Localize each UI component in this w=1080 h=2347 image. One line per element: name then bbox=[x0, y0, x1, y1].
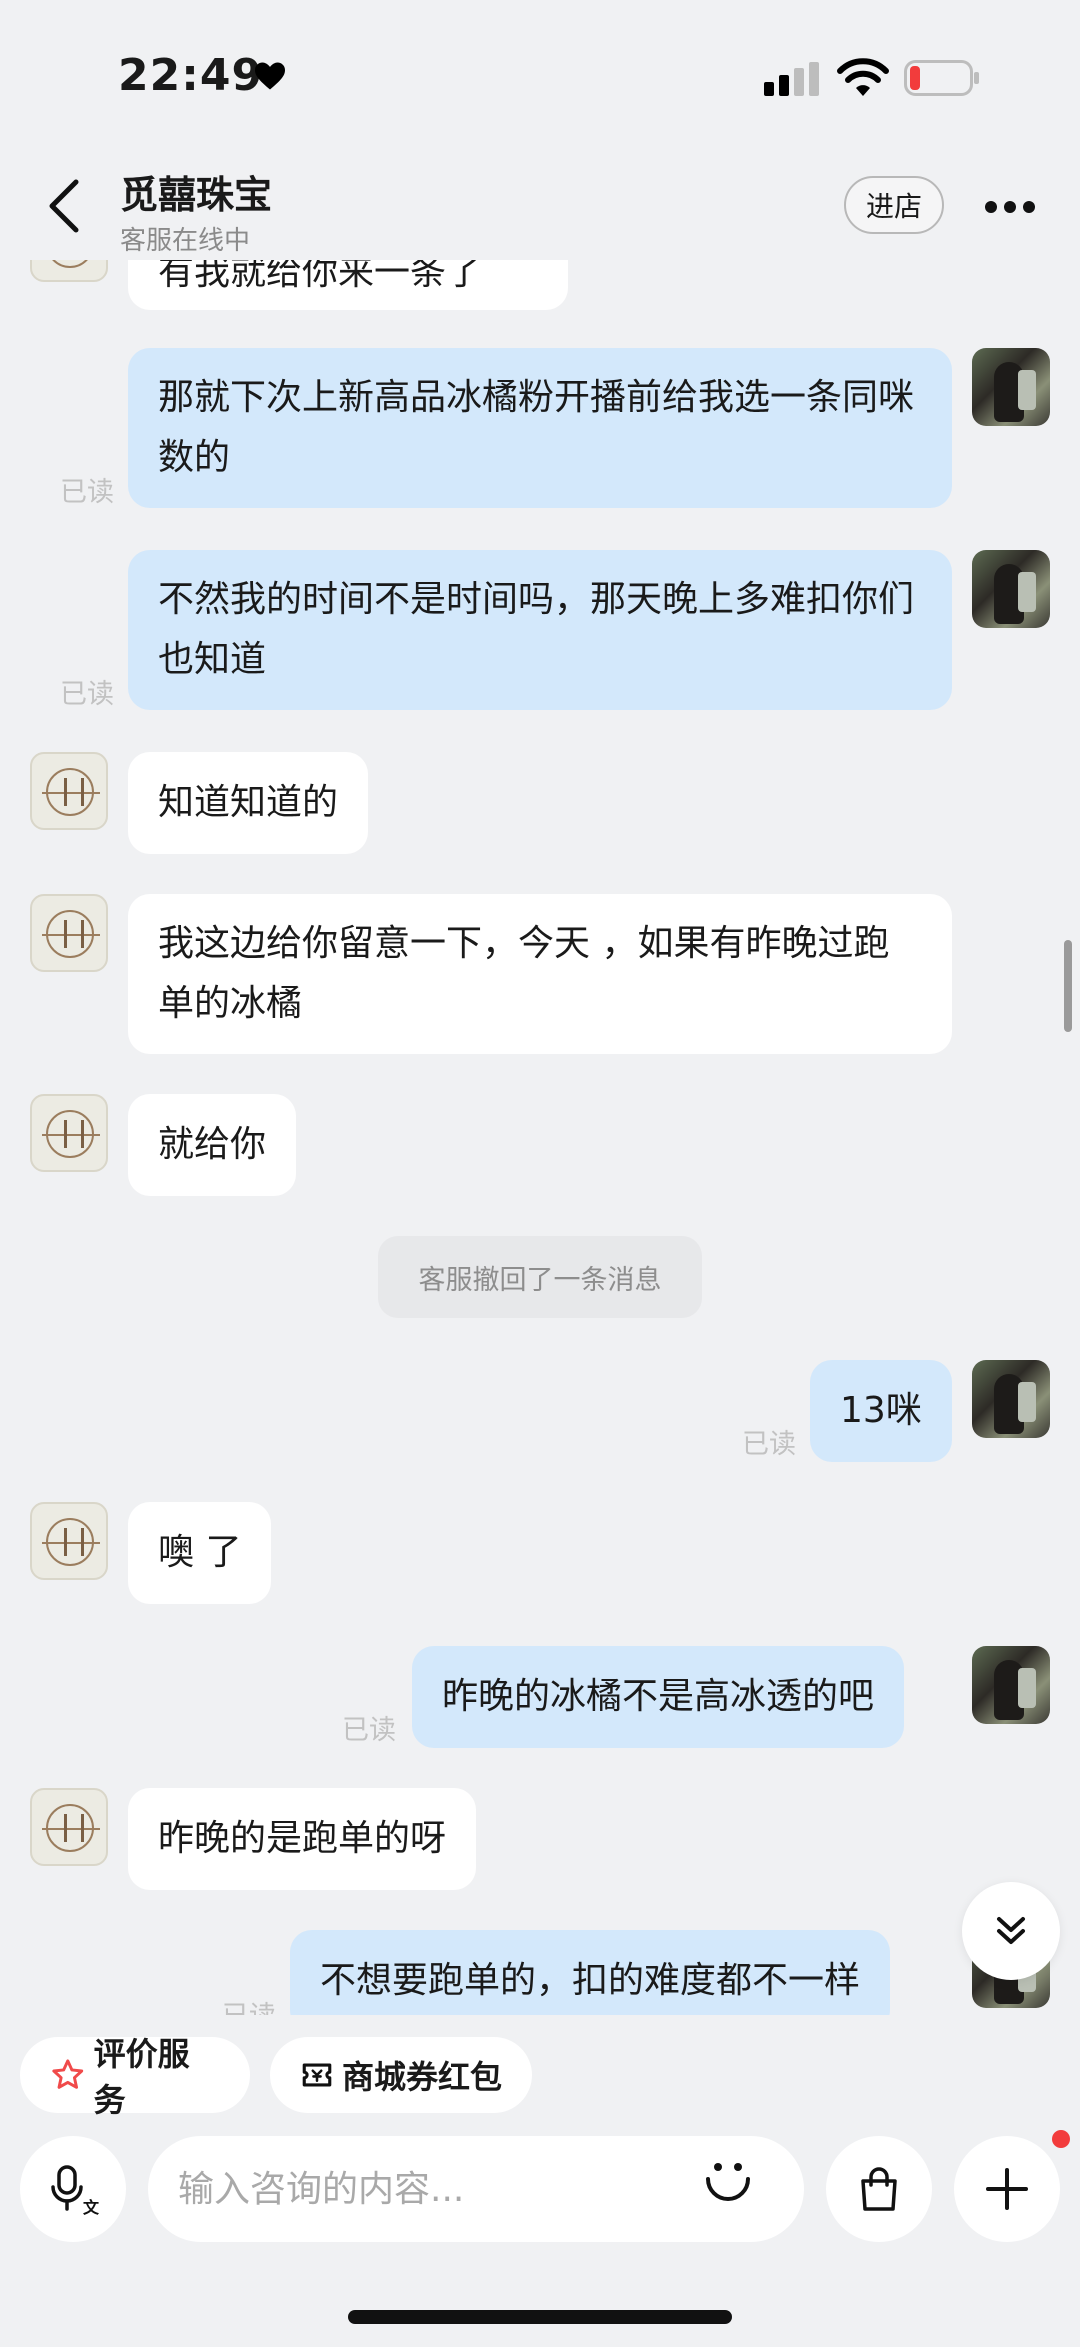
shop-avatar[interactable] bbox=[30, 260, 108, 282]
message-bubble[interactable]: 昨晚的冰橘不是高冰透的吧 bbox=[412, 1646, 905, 1748]
notification-badge bbox=[1052, 2130, 1070, 2148]
shopping-bag-button[interactable] bbox=[826, 2136, 932, 2242]
read-receipt: 已读 bbox=[60, 477, 114, 508]
message-bubble[interactable]: 13咪 bbox=[810, 1360, 952, 1462]
message-bubble[interactable]: 我这边给你留意一下，今天 ，如果有昨晚过跑单的冰橘 bbox=[128, 894, 952, 1054]
shop-avatar[interactable] bbox=[30, 1094, 108, 1172]
input-bar: 文 bbox=[0, 2130, 1080, 2290]
chevron-down-double-icon bbox=[997, 1917, 1025, 1944]
battery-icon bbox=[904, 60, 979, 96]
more-icon[interactable] bbox=[984, 200, 1036, 214]
read-receipt: 已读 bbox=[60, 679, 114, 710]
home-indicator bbox=[348, 2310, 732, 2324]
message-bubble[interactable]: 有我就给你来一条了 bbox=[128, 260, 568, 310]
message-bubble[interactable]: 那就下次上新高品冰橘粉开播前给我选一条同咪数的 bbox=[128, 348, 952, 508]
read-receipt: 已读 bbox=[342, 1715, 396, 1746]
message-bubble[interactable]: 就给你 bbox=[128, 1094, 297, 1196]
svg-text:文: 文 bbox=[83, 2198, 100, 2217]
shop-avatar[interactable] bbox=[30, 752, 108, 830]
service-status: 客服在线中 bbox=[120, 226, 251, 256]
user-avatar[interactable] bbox=[972, 1360, 1050, 1438]
emoji-icon[interactable] bbox=[700, 2155, 756, 2211]
read-receipt: 已读 bbox=[222, 1994, 276, 2015]
message-bubble[interactable]: 噢 了 bbox=[128, 1502, 272, 1604]
message-list[interactable]: 有我就给你来一条了 那就下次上新高品冰橘粉开播前给我选一条同咪数的 已读 不然我… bbox=[0, 260, 1080, 2015]
message-bubble[interactable]: 昨晚的是跑单的呀 bbox=[128, 1788, 477, 1890]
enter-shop-button[interactable]: 进店 bbox=[844, 176, 944, 234]
user-avatar[interactable] bbox=[972, 550, 1050, 628]
rate-service-label: 评价服务 bbox=[93, 2035, 190, 2119]
message-bubble[interactable]: 知道知道的 bbox=[128, 752, 369, 854]
message-bubble[interactable]: 不然我的时间不是时间吗，那天晚上多难扣你们也知道 bbox=[128, 550, 952, 710]
coupon-button[interactable]: 商城券红包 bbox=[270, 2037, 532, 2113]
quick-actions: 评价服务 商城券红包 bbox=[0, 2015, 1080, 2130]
voice-input-button[interactable]: 文 bbox=[20, 2136, 126, 2242]
system-message: 客服撤回了一条消息 bbox=[378, 1236, 702, 1318]
star-icon bbox=[52, 2059, 84, 2089]
coupon-icon bbox=[302, 2063, 332, 2087]
message-input[interactable] bbox=[178, 2154, 698, 2224]
scrollbar[interactable] bbox=[1064, 940, 1072, 1032]
user-avatar[interactable] bbox=[972, 348, 1050, 426]
plus-icon bbox=[986, 2168, 1028, 2210]
chat-header: 觅囍珠宝 客服在线中 进店 bbox=[0, 150, 1080, 260]
shop-name[interactable]: 觅囍珠宝 bbox=[120, 164, 272, 219]
shop-avatar[interactable] bbox=[30, 1788, 108, 1866]
more-actions-button[interactable] bbox=[954, 2136, 1060, 2242]
status-bar: 22:49 bbox=[0, 0, 1080, 150]
signal-icon bbox=[764, 62, 819, 96]
wifi-icon bbox=[837, 58, 889, 96]
back-icon[interactable] bbox=[44, 176, 84, 236]
voice-icon: 文 bbox=[51, 2165, 100, 2217]
message-bubble[interactable]: 不想要跑单的，扣的难度都不一样 bbox=[290, 1930, 891, 2015]
heart-icon bbox=[255, 62, 285, 90]
user-avatar[interactable] bbox=[972, 1646, 1050, 1724]
scroll-to-bottom-button[interactable] bbox=[962, 1882, 1060, 1980]
bag-icon bbox=[861, 2167, 897, 2211]
shop-avatar[interactable] bbox=[30, 894, 108, 972]
coupon-label: 商城券红包 bbox=[342, 2058, 503, 2096]
rate-service-button[interactable]: 评价服务 bbox=[20, 2035, 250, 2119]
shop-avatar[interactable] bbox=[30, 1502, 108, 1580]
status-time: 22:49 bbox=[118, 50, 264, 101]
read-receipt: 已读 bbox=[742, 1429, 796, 1460]
